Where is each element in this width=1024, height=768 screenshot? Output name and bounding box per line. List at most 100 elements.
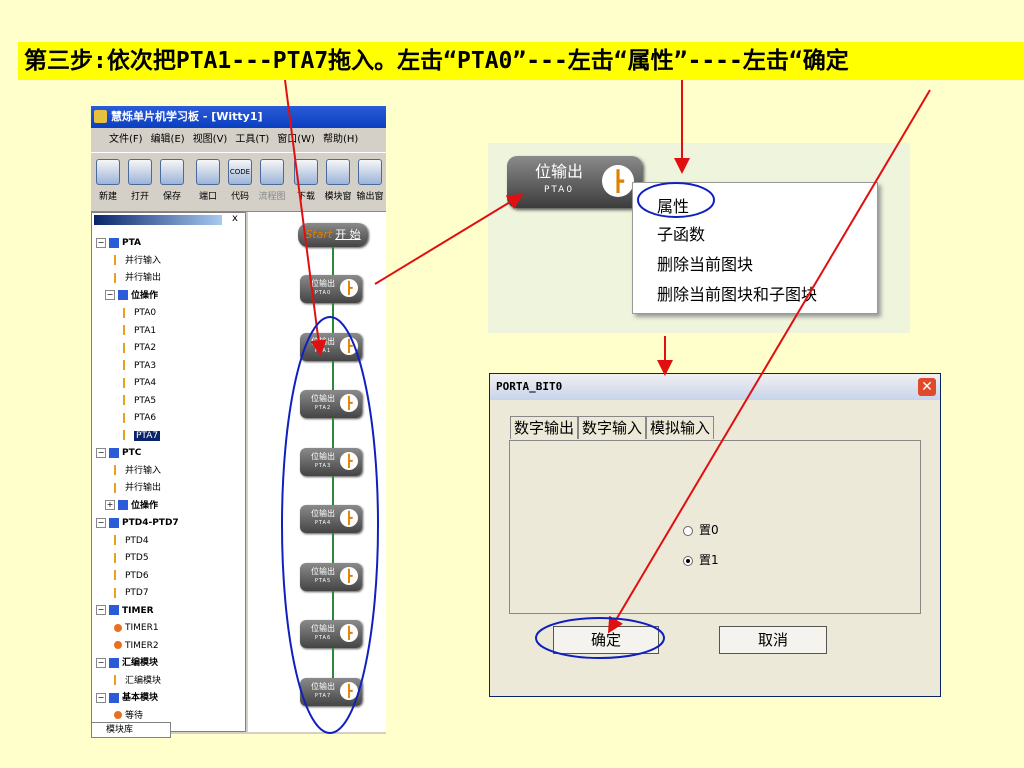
toolbar-code-button[interactable]: CODE 代码 (225, 157, 255, 207)
bit-output-icon: ┣ (602, 165, 634, 197)
zoom-block-port: PTA0 (543, 185, 575, 195)
tree-item[interactable]: PTA6 (96, 410, 232, 428)
tree-item-label: TIMER (122, 605, 154, 616)
toolbar-flowchart-button[interactable]: 流程图 (257, 157, 287, 207)
tree-item-label: PTD4-PTD7 (122, 518, 179, 528)
collapse-icon[interactable]: − (96, 605, 106, 615)
module-tree-pane: x − PTA 并行输入 并行输出 − 位操作 PTA0 PTA1 PTA2 PTA3 PTA4 PT… (91, 212, 246, 732)
bit-output-icon: ┣ (340, 336, 358, 355)
tree-item[interactable]: − PTD4-PTD7 (96, 515, 232, 533)
flow-block[interactable]: 位输出 PTA7 ┣ (300, 677, 362, 706)
collapse-icon[interactable]: − (96, 657, 106, 668)
collapse-icon[interactable]: − (96, 692, 106, 703)
tab-digital-input[interactable]: 数字输入 (578, 416, 647, 439)
tree-item[interactable]: PTA7 (96, 428, 232, 446)
tree-item[interactable]: PTD4 (96, 533, 232, 551)
node-icon (114, 552, 122, 563)
tree-item[interactable]: PTA0 (96, 305, 232, 323)
flow-block-port: PTA1 (314, 347, 332, 354)
folder-icon (118, 290, 128, 300)
ok-button[interactable]: 确定 (553, 626, 659, 654)
tree-item[interactable]: TIMER1 (96, 620, 232, 638)
menu-edit[interactable]: 编辑(E) (151, 134, 185, 145)
collapse-icon[interactable]: − (96, 237, 106, 248)
tree-item[interactable]: PTA3 (96, 358, 232, 376)
menu-help[interactable]: 帮助(H) (323, 134, 358, 145)
tree-item[interactable]: PTD5 (96, 550, 232, 568)
menu-item-delete-block-and-children[interactable]: 删除当前图块和子图块 (657, 281, 817, 305)
tab-module-library[interactable]: 模块库 (91, 722, 171, 738)
pane-close-icon[interactable]: x (232, 213, 238, 224)
flow-block-port: PTA4 (314, 520, 332, 526)
flow-block[interactable]: 位输出 PTA4 ┣ (300, 505, 362, 533)
flow-block[interactable]: 位输出 PTA1 ┣ (300, 332, 362, 361)
tree-item[interactable]: PTA4 (96, 375, 232, 393)
flow-start-block[interactable]: Start 开 始 (298, 223, 368, 247)
tree-item[interactable]: 并行输出 (96, 270, 232, 288)
tree-item[interactable]: 并行输入 (96, 463, 232, 481)
tree-item[interactable]: 汇编模块 (96, 673, 232, 691)
tree-item[interactable]: TIMER2 (96, 638, 232, 656)
tree-item[interactable]: PTD7 (96, 585, 232, 603)
tree-item-label: PTD5 (125, 553, 149, 563)
ide-title-bar: 慧烁单片机学习板 - [Witty1] (91, 106, 386, 128)
flow-connector (332, 648, 334, 678)
tree-item[interactable]: − 汇编模块 (96, 655, 232, 673)
tab-analog-input[interactable]: 模拟输入 (646, 416, 715, 439)
tree-item[interactable]: PTA2 (96, 340, 232, 358)
menu-item-subfunction[interactable]: 子函数 (657, 221, 705, 245)
toolbar-port-button[interactable]: 端口 (193, 157, 223, 207)
tree-item[interactable]: 并行输出 (96, 480, 232, 498)
menu-item-properties[interactable]: 属性 (657, 193, 689, 217)
tree-item[interactable]: PTD6 (96, 568, 232, 586)
timer-icon (114, 711, 122, 719)
tree-item[interactable]: + 位操作 (96, 498, 232, 516)
menu-tools[interactable]: 工具(T) (235, 134, 269, 145)
tree-item[interactable]: − 位操作 (96, 288, 232, 306)
flow-block-title: 位输出 (311, 681, 335, 691)
tree-item[interactable]: PTA1 (96, 323, 232, 341)
flow-block[interactable]: 位输出 PTA6 ┣ (300, 620, 362, 648)
node-icon (123, 430, 131, 440)
bit-output-icon: ┣ (340, 451, 358, 470)
toolbar-module-window-button[interactable]: 模块窗 (323, 157, 353, 207)
flow-block-title: 位输出 (311, 394, 335, 403)
tree-item[interactable]: 并行输入 (96, 253, 232, 271)
module-tree: − PTA 并行输入 并行输出 − 位操作 PTA0 PTA1 PTA2 PTA3 PTA4 PTA5… (96, 235, 232, 725)
tree-item[interactable]: − PTC (96, 445, 232, 463)
collapse-icon[interactable]: − (96, 447, 106, 458)
tree-item[interactable]: − 基本模块 (96, 690, 232, 708)
tree-item-label: PTA2 (134, 343, 157, 353)
toolbar-open-button[interactable]: 打开 (125, 157, 155, 207)
menu-file[interactable]: 文件(F) (109, 134, 143, 145)
menu-item-delete-block[interactable]: 删除当前图块 (657, 251, 753, 275)
tab-digital-output[interactable]: 数字输出 (510, 416, 579, 439)
radio-set1[interactable]: 置1 (683, 551, 719, 568)
tree-item[interactable]: − PTA (96, 235, 232, 253)
toolbar-save-button[interactable]: 保存 (157, 157, 187, 207)
ide-title: 慧烁单片机学习板 - [Witty1] (111, 110, 263, 123)
folder-icon (109, 237, 119, 248)
menu-view[interactable]: 视图(V) (193, 134, 228, 145)
node-icon (123, 325, 131, 335)
tree-item[interactable]: − TIMER (96, 603, 232, 621)
close-icon[interactable]: ✕ (918, 378, 936, 396)
tree-item-label: 基本模块 (122, 693, 159, 703)
zoom-block-pta0[interactable]: 位输出 PTA0 ┣ (507, 156, 642, 208)
flow-block[interactable]: 位输出 PTA2 ┣ (300, 390, 362, 418)
menu-window[interactable]: 窗口(W) (277, 134, 315, 145)
collapse-icon[interactable]: − (96, 517, 106, 528)
cancel-button[interactable]: 取消 (719, 626, 827, 654)
flow-block[interactable]: 位输出 PTA3 ┣ (300, 447, 362, 476)
node-icon (114, 587, 122, 598)
timer-icon (114, 623, 122, 632)
tree-item[interactable]: PTA5 (96, 393, 232, 411)
expand-icon[interactable]: + (105, 500, 115, 510)
collapse-icon[interactable]: − (105, 290, 115, 300)
flow-block[interactable]: 位输出 PTA5 ┣ (300, 562, 362, 591)
radio-set0[interactable]: 置0 (683, 521, 719, 538)
toolbar-output-window-button[interactable]: 输出窗 (355, 157, 385, 207)
flow-block[interactable]: 位输出 PTA0 ┣ (300, 275, 362, 303)
toolbar-new-button[interactable]: 新建 (93, 157, 123, 207)
toolbar-download-button[interactable]: 下载 (291, 157, 321, 207)
